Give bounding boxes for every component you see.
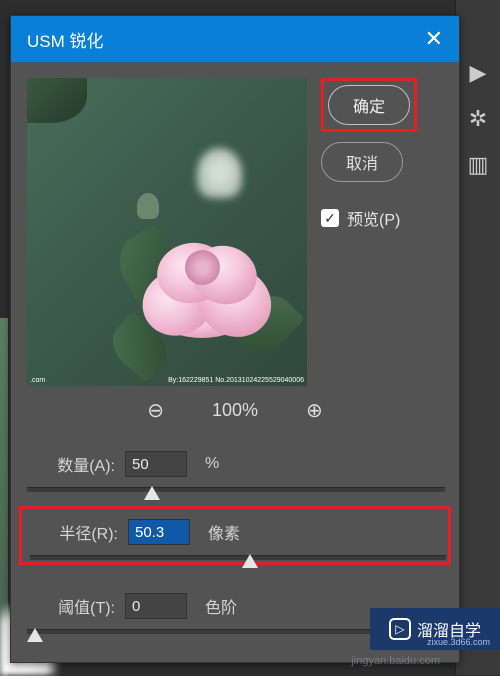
usm-sharpen-dialog: USM 锐化 ✕ .com [10,15,460,663]
leaf-decoration [27,78,87,123]
radius-slider[interactable] [30,555,446,560]
play-icon[interactable]: ▶ [470,60,487,86]
radius-label: 半径(R): [30,520,118,544]
slider-thumb-icon[interactable] [242,554,258,568]
highlight-box: 确定 [321,78,417,132]
zoom-level: 100% [212,400,258,421]
zoom-in-icon[interactable]: ⊕ [306,398,323,423]
dialog-titlebar[interactable]: USM 锐化 ✕ [11,16,459,62]
flower-bud [197,148,242,198]
app-side-toolbar: ▶ ✲ ▥ [455,0,500,675]
preview-checkbox-row[interactable]: ✓ 预览(P) [321,206,400,230]
footer-watermark: jingyan.baidu.com [351,655,440,667]
brand-badge: ▷ 溜溜自学 zixue.3d66.com [370,608,500,650]
amount-label: 数量(A): [27,452,115,476]
panel-icon[interactable]: ▥ [468,152,489,178]
highlight-box: 半径(R): 像素 [19,506,451,565]
close-icon[interactable]: ✕ [425,26,443,52]
radius-unit: 像素 [208,520,240,544]
cancel-button[interactable]: 取消 [321,142,403,182]
wheel-icon[interactable]: ✲ [469,106,487,132]
threshold-unit: 色阶 [205,594,237,618]
dialog-content: .com By:162229851 No.2013102422552904000… [11,62,459,650]
rose-flower [107,198,277,348]
zoom-controls: ⊖ 100% ⊕ [27,398,443,423]
watermark-left: .com [30,377,45,384]
radius-input[interactable] [128,519,190,545]
watermark-right: By:162229851 No.20131024225529040006 [168,377,304,384]
badge-subtext: zixue.3d66.com [427,637,490,647]
threshold-input[interactable] [125,593,187,619]
amount-slider[interactable] [27,487,445,492]
slider-thumb-icon[interactable] [144,486,160,500]
threshold-label: 阈值(T): [27,594,115,618]
dialog-buttons: 确定 取消 ✓ 预览(P) [321,78,417,386]
preview-image[interactable]: .com By:162229851 No.2013102422552904000… [27,78,307,386]
image-watermark: .com By:162229851 No.2013102422552904000… [30,377,304,384]
play-icon: ▷ [389,618,411,640]
radius-row: 半径(R): 像素 [30,519,440,545]
amount-row: 数量(A): % [27,451,443,477]
zoom-out-icon[interactable]: ⊖ [147,398,164,423]
dialog-title: USM 锐化 [27,27,104,52]
preview-checkbox-label: 预览(P) [347,206,400,230]
top-row: .com By:162229851 No.2013102422552904000… [27,78,443,386]
slider-thumb-icon[interactable] [27,628,43,642]
amount-unit: % [205,455,219,473]
amount-input[interactable] [125,451,187,477]
rose-center [185,250,220,285]
ok-button[interactable]: 确定 [328,85,410,125]
checkbox-icon[interactable]: ✓ [321,209,339,227]
